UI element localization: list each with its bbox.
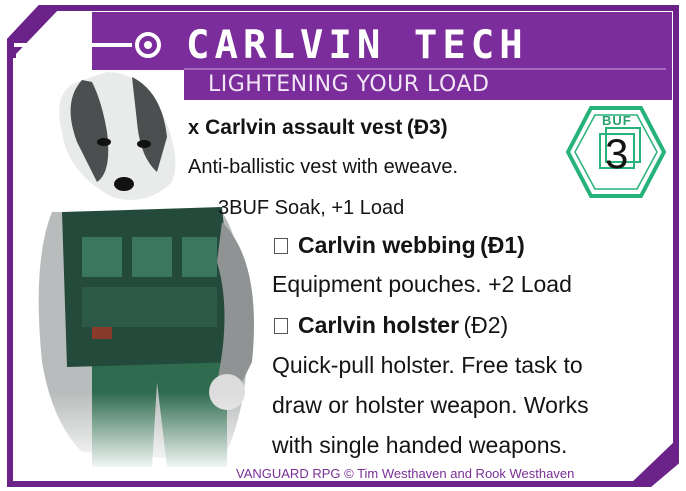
item-3-cost: (Đ2) [463,312,509,338]
item-3-description-line-2: draw or holster weapon. Works [272,392,589,418]
item-1-heading: x Carlvin assault vest (Đ3) [188,116,448,140]
checkbox-icon[interactable] [274,318,288,334]
circuit-node-icon [14,32,161,58]
item-card: CARLVIN TECH LIGHTENING YOUR LOAD BUF 3 … [0,0,686,491]
checkbox-icon[interactable] [274,238,288,254]
item-2-heading: Carlvin webbing (Đ1) [274,232,525,259]
badge-label: BUF [602,113,632,128]
item-3-description-line-3: with single handed weapons. [272,432,568,458]
checked-box-icon[interactable]: x [188,117,199,139]
item-3-name: Carlvin holster [298,312,460,338]
copyright-footer: VANGUARD RPG © Tim Westhaven and Rook We… [236,466,575,481]
item-3-heading: Carlvin holster (Đ2) [274,312,508,339]
item-1-name: Carlvin assault vest [205,116,403,139]
item-1-cost: (Đ3) [406,116,448,139]
item-2-description: Equipment pouches. +2 Load [272,271,572,297]
item-2-name: Carlvin webbing [298,232,476,258]
item-1-stats: 3BUF Soak, +1 Load [218,197,405,219]
badge-value: 3 [605,130,629,177]
item-3-description-line-1: Quick-pull holster. Free task to [272,352,583,378]
item-2-cost: (Đ1) [480,232,525,258]
item-1-description: Anti-ballistic vest with eweave. [188,156,459,178]
